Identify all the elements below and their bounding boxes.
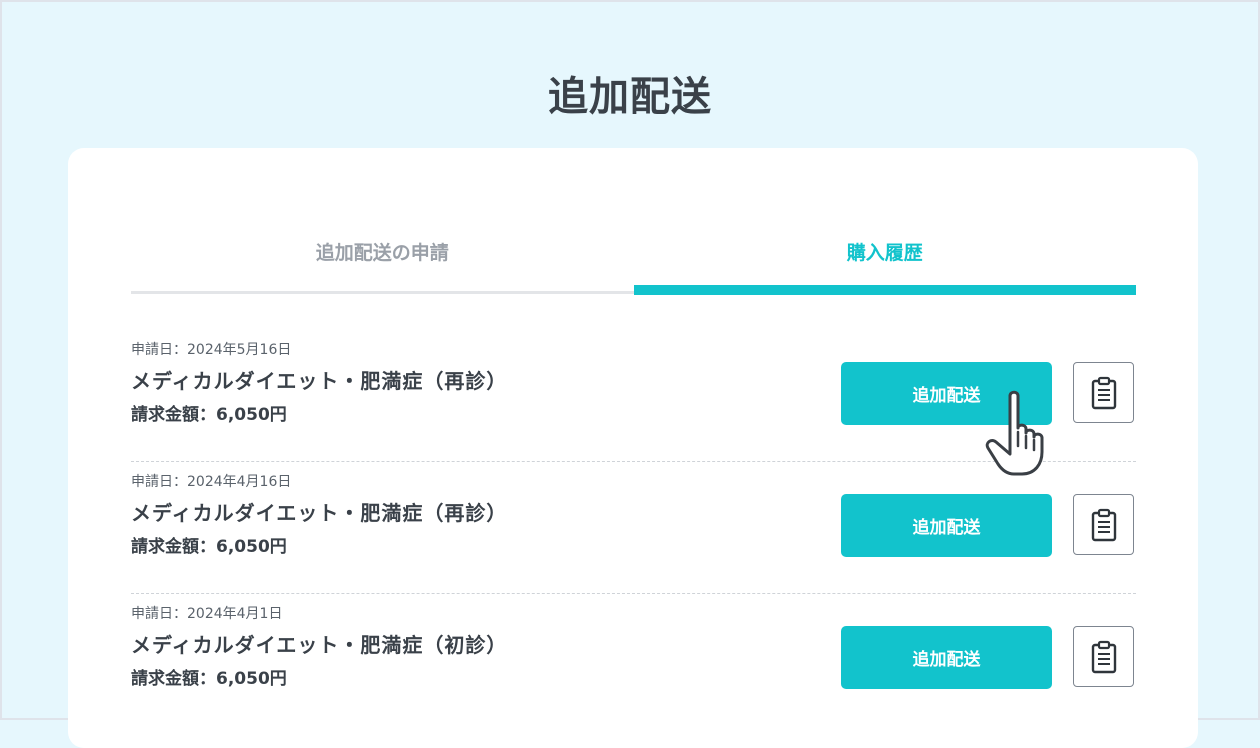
detail-button[interactable] (1073, 626, 1134, 687)
request-date: 申請日：2024年4月1日 (131, 606, 283, 622)
tab-label: 購入履歴 (846, 242, 923, 264)
additional-delivery-button[interactable]: 追加配送 (841, 494, 1052, 557)
clipboard-icon (1091, 376, 1116, 409)
product-name: メディカルダイエット・肥満症（再診） (131, 369, 508, 393)
billing-amount: 請求金額：6,050円 (131, 669, 287, 689)
billing-amount: 請求金額：6,050円 (131, 537, 287, 557)
tab-label: 追加配送の申請 (315, 242, 449, 264)
page-title: 追加配送 (548, 74, 712, 120)
list-item: 申請日：2024年4月16日 メディカルダイエット・肥満症（再診） 請求金額：6… (131, 462, 1136, 594)
product-name: メディカルダイエット・肥満症（再診） (131, 501, 508, 525)
detail-button[interactable] (1073, 494, 1134, 555)
detail-button[interactable] (1073, 362, 1134, 423)
request-date: 申請日：2024年4月16日 (131, 474, 292, 490)
additional-delivery-button[interactable]: 追加配送 (841, 626, 1052, 689)
list-item: 申請日：2024年4月1日 メディカルダイエット・肥満症（初診） 請求金額：6,… (131, 594, 1136, 726)
request-date: 申請日：2024年5月16日 (131, 342, 292, 358)
billing-amount: 請求金額：6,050円 (131, 405, 287, 425)
tab-additional-delivery-request[interactable]: 追加配送の申請 (131, 230, 634, 294)
product-name: メディカルダイエット・肥満症（初診） (131, 633, 508, 657)
tab-purchase-history[interactable]: 購入履歴 (633, 230, 1137, 295)
additional-delivery-button[interactable]: 追加配送 (841, 362, 1052, 425)
clipboard-icon (1091, 508, 1116, 541)
list-item: 申請日：2024年5月16日 メディカルダイエット・肥満症（再診） 請求金額：6… (131, 330, 1136, 462)
history-card: 追加配送の申請 購入履歴 申請日：2024年5月16日 メディカルダイエット・肥… (68, 148, 1198, 748)
tab-bar: 追加配送の申請 購入履歴 (131, 230, 1137, 295)
purchase-history-list: 申請日：2024年5月16日 メディカルダイエット・肥満症（再診） 請求金額：6… (131, 330, 1136, 726)
clipboard-icon (1091, 640, 1116, 673)
